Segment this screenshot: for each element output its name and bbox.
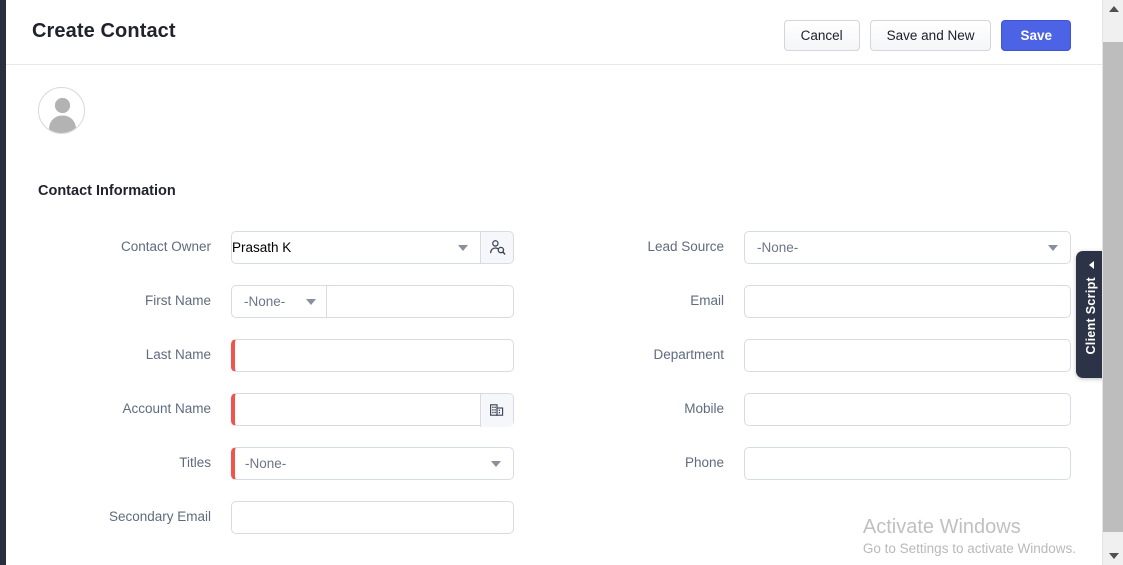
field-row-phone: Phone xyxy=(526,436,1086,490)
watermark-title: Activate Windows xyxy=(862,516,1021,538)
user-avatar-placeholder-icon xyxy=(49,97,76,133)
label-first-name: First Name xyxy=(144,292,211,308)
label-titles: Titles xyxy=(179,454,211,470)
section-title-contact-information: Contact Information xyxy=(38,183,176,199)
control-email xyxy=(744,284,1071,318)
label-secondary-email: Secondary Email xyxy=(108,508,211,524)
contact-owner-select[interactable]: Prasath K xyxy=(231,230,481,264)
scrollbar-thumb[interactable] xyxy=(1103,42,1123,532)
client-script-tab-label: Client Script xyxy=(1084,277,1098,355)
phone-input[interactable] xyxy=(744,446,1071,480)
save-button[interactable]: Save xyxy=(1001,20,1071,51)
cancel-button[interactable]: Cancel xyxy=(783,20,860,51)
field-column-left: Contact Owner Prasath K First Name -None… xyxy=(6,220,546,544)
field-row-mobile: Mobile xyxy=(526,382,1086,436)
header-actions: Cancel Save and New Save xyxy=(783,20,1071,51)
control-secondary-email xyxy=(231,500,514,534)
control-last-name xyxy=(231,338,514,372)
lead-source-select[interactable]: -None- xyxy=(744,230,1071,264)
department-input[interactable] xyxy=(744,338,1071,372)
save-and-new-button[interactable]: Save and New xyxy=(869,20,992,51)
control-lead-source: -None- xyxy=(744,230,1071,264)
control-titles: -None- xyxy=(231,446,514,480)
field-row-lead-source: Lead Source -None- xyxy=(526,220,1086,274)
salutation-value: -None- xyxy=(244,293,286,309)
first-name-input[interactable] xyxy=(326,284,514,318)
scroll-up-button[interactable] xyxy=(1103,0,1123,18)
label-last-name: Last Name xyxy=(145,346,211,362)
scroll-up-arrow-icon xyxy=(1108,6,1119,12)
page-header: Create Contact Cancel Save and New Save xyxy=(6,0,1102,65)
user-lookup-button[interactable] xyxy=(481,230,514,264)
create-contact-page: Create Contact Cancel Save and New Save … xyxy=(0,0,1123,565)
control-contact-owner: Prasath K xyxy=(231,230,514,264)
form-body: Contact Information Contact Owner Prasat… xyxy=(6,65,1102,564)
chevron-down-icon xyxy=(491,461,501,467)
field-row-titles: Titles -None- xyxy=(6,436,546,490)
field-row-secondary-email: Secondary Email xyxy=(6,490,546,544)
field-row-first-name: First Name -None- xyxy=(6,274,546,328)
page-title: Create Contact xyxy=(32,20,176,42)
scroll-down-button[interactable] xyxy=(1103,547,1123,565)
label-phone: Phone xyxy=(684,454,724,470)
form-viewport: Create Contact Cancel Save and New Save … xyxy=(6,0,1102,565)
chevron-down-icon xyxy=(458,245,468,251)
contact-owner-value: Prasath K xyxy=(232,239,292,255)
lead-source-value: -None- xyxy=(757,239,799,255)
last-name-input[interactable] xyxy=(231,338,514,372)
titles-value: -None- xyxy=(245,455,287,471)
mobile-input[interactable] xyxy=(744,392,1071,426)
chevron-left-icon xyxy=(1088,261,1094,269)
field-row-department: Department xyxy=(526,328,1086,382)
label-account-name: Account Name xyxy=(122,400,211,416)
windows-activation-watermark: Activate Windows Go to Settings to activ… xyxy=(863,513,1076,556)
titles-select[interactable]: -None- xyxy=(231,446,514,480)
control-phone xyxy=(744,446,1071,480)
chevron-down-icon xyxy=(306,299,316,305)
chevron-down-icon xyxy=(1048,245,1058,251)
left-nav-rail xyxy=(0,0,6,565)
account-name-input[interactable] xyxy=(231,392,514,427)
control-mobile xyxy=(744,392,1071,426)
label-contact-owner: Contact Owner xyxy=(120,238,211,254)
field-row-email: Email xyxy=(526,274,1086,328)
company-lookup-button[interactable] xyxy=(480,393,513,427)
email-input[interactable] xyxy=(744,284,1071,318)
control-department xyxy=(744,338,1071,372)
scroll-down-arrow-icon xyxy=(1108,553,1119,559)
contact-avatar[interactable] xyxy=(38,87,85,134)
label-department: Department xyxy=(653,346,724,362)
field-row-last-name: Last Name xyxy=(6,328,546,382)
salutation-select[interactable]: -None- xyxy=(231,284,326,318)
secondary-email-input[interactable] xyxy=(231,500,514,534)
user-lookup-icon xyxy=(489,239,505,255)
label-email: Email xyxy=(690,292,724,308)
field-row-account-name: Account Name xyxy=(6,382,546,436)
label-mobile: Mobile xyxy=(684,400,724,416)
control-first-name: -None- xyxy=(231,284,514,318)
watermark-subtitle: Go to Settings to activate Windows. xyxy=(862,541,1076,556)
field-column-right: Lead Source -None- Email Department Mobi… xyxy=(526,220,1086,490)
field-row-contact-owner: Contact Owner Prasath K xyxy=(6,220,546,274)
company-lookup-icon xyxy=(490,404,504,416)
control-account-name xyxy=(231,392,514,427)
vertical-scrollbar[interactable] xyxy=(1102,0,1123,565)
label-lead-source: Lead Source xyxy=(647,238,724,254)
